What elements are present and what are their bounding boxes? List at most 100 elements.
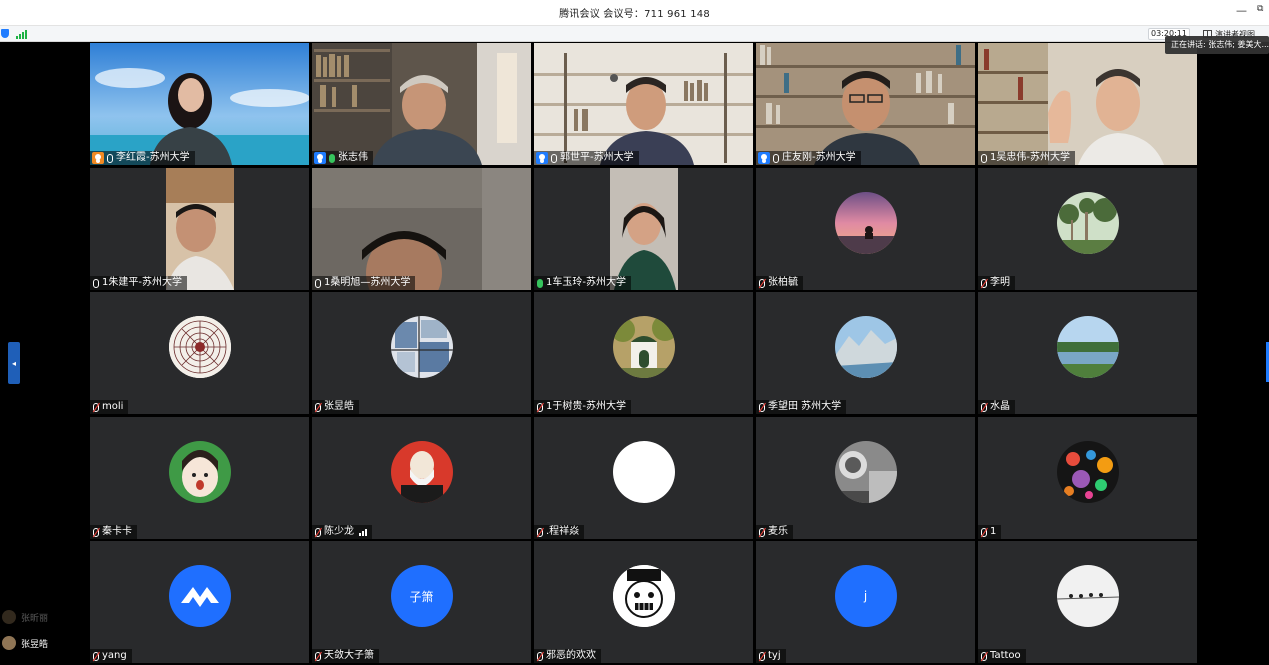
participant-nametag: 1朱建平-苏州大学 (90, 276, 187, 290)
forest-avatar-image (1056, 192, 1119, 254)
participant-tile[interactable]: 邪恶的欢欢 (534, 541, 753, 663)
participant-nametag: 李红霞-苏州大学 (90, 151, 195, 165)
avatar (1056, 441, 1119, 503)
participant-nametag: moli (90, 400, 129, 414)
cartoon-face-avatar-image (612, 565, 675, 627)
participant-tile[interactable]: 子箫 天敛大子箫 (312, 541, 531, 663)
participant-tile[interactable]: .程祥焱 (534, 417, 753, 539)
abstract-avatar-image (390, 316, 453, 378)
participant-tile[interactable]: 1车玉玲-苏州大学 (534, 168, 753, 290)
participant-video-portrait (166, 168, 234, 290)
participant-tile[interactable]: 李红霞-苏州大学 (90, 43, 309, 165)
restore-icon[interactable]: ⧉ (1257, 4, 1263, 14)
participant-tile[interactable]: 1桑明旭—苏州大学 (312, 168, 531, 290)
participant-tile[interactable]: 1于树贵-苏州大学 (534, 292, 753, 414)
participant-nametag: 张昱皓 (312, 400, 359, 414)
participant-nametag: 郭世平-苏州大学 (534, 151, 639, 165)
avatar: j (834, 565, 897, 627)
colorful-dots-avatar-image (1056, 441, 1119, 503)
participant-name: 李红霞-苏州大学 (116, 152, 190, 163)
participant-tile[interactable]: 秦卡卡 (90, 417, 309, 539)
participant-name: 1朱建平-苏州大学 (102, 277, 182, 288)
mic-muted-icon (537, 651, 543, 661)
participant-tile[interactable]: 郭世平-苏州大学 (534, 43, 753, 165)
participant-tile[interactable]: 季望田 苏州大学 (756, 292, 975, 414)
participant-nametag: 1吴忠伟-苏州大学 (978, 151, 1075, 165)
waiting-name: 张昱皓 (21, 639, 49, 650)
participant-name: 陈少龙 (324, 526, 354, 537)
participant-nametag: Tattoo (978, 649, 1026, 663)
security-shield-icon[interactable] (1, 29, 9, 38)
participant-tile[interactable]: 1 (978, 417, 1197, 539)
network-quality-icon (359, 528, 367, 536)
participant-name: .程祥焱 (546, 526, 580, 537)
participant-nametag: 天敛大子箫 (312, 649, 379, 663)
participant-tile-speaking[interactable]: 张志伟 (312, 43, 531, 165)
network-signal-icon[interactable] (16, 29, 28, 39)
participant-name: Tattoo (990, 650, 1021, 661)
participant-video-shelf (534, 43, 753, 165)
participant-tile[interactable]: 陈少龙 (312, 417, 531, 539)
collapse-panel-button[interactable]: ◂ (8, 342, 20, 384)
cliff-avatar-image (834, 316, 897, 378)
participant-tile[interactable]: 1朱建平-苏州大学 (90, 168, 309, 290)
participant-nametag: tyj (756, 649, 786, 663)
participant-video-office (978, 43, 1197, 165)
waiting-list-item[interactable]: 张昱皓 (2, 634, 86, 652)
meeting-toolbar: 03:20:11 演讲者视图 (0, 26, 1269, 42)
minimize-icon[interactable]: — (1236, 4, 1247, 17)
participant-tile[interactable]: 庄友刚-苏州大学 (756, 43, 975, 165)
avatar-initials: j (863, 589, 868, 603)
chevron-left-icon: ◂ (11, 358, 16, 368)
host-badge-icon (536, 152, 548, 164)
participant-name: 邪恶的欢欢 (546, 650, 596, 661)
participant-tile[interactable]: 1吴忠伟-苏州大学 (978, 43, 1197, 165)
mic-on-icon (981, 153, 987, 163)
participant-name: 秦卡卡 (102, 526, 132, 537)
avatar (834, 192, 897, 254)
participant-tile[interactable]: 水晶 (978, 292, 1197, 414)
mic-muted-icon (759, 278, 765, 288)
avatar (168, 441, 231, 503)
participant-name: tyj (768, 650, 781, 661)
participant-nametag: 陈少龙 (312, 525, 372, 539)
speaking-indicator: 正在讲话: 张志伟; 姜美大... (1165, 36, 1269, 54)
participant-nametag: 庄友刚-苏州大学 (756, 151, 861, 165)
title-bar: 腾讯会议 会议号：711 961 148 — ⧉ (0, 0, 1269, 26)
avatar (390, 316, 453, 378)
participant-nametag: 1桑明旭—苏州大学 (312, 276, 416, 290)
mic-muted-icon (93, 402, 99, 412)
avatar (2, 636, 16, 650)
mic-muted-icon (315, 651, 321, 661)
participant-video-bookshelf (312, 43, 531, 165)
participant-name: moli (102, 401, 124, 412)
participant-tile[interactable]: 麦乐 (756, 417, 975, 539)
video-grid: 李红霞-苏州大学 张志伟 郭世平-苏州大学 庄友刚-苏州大学 1吴忠伟-苏州大学… (0, 42, 1269, 665)
avatar (390, 441, 453, 503)
participant-tile[interactable]: 张柏毓 (756, 168, 975, 290)
avatar (2, 610, 16, 624)
participant-tile[interactable]: 李明 (978, 168, 1197, 290)
mic-speaking-icon (329, 153, 335, 163)
mic-muted-icon (759, 651, 765, 661)
participant-tile[interactable]: Tattoo (978, 541, 1197, 663)
participant-tile[interactable]: moli (90, 292, 309, 414)
participant-nametag: .程祥焱 (534, 525, 585, 539)
mic-on-icon (93, 278, 99, 288)
participant-name: 张柏毓 (768, 277, 798, 288)
mic-muted-icon (315, 527, 321, 537)
participant-tile[interactable]: j tyj (756, 541, 975, 663)
waiting-list-item[interactable]: 张昕丽 (2, 608, 86, 626)
participant-nametag: 季望田 苏州大学 (756, 400, 847, 414)
participant-tile[interactable]: 张昱皓 (312, 292, 531, 414)
participant-nametag: 1 (978, 525, 1002, 539)
avatar (834, 316, 897, 378)
tencent-meeting-logo-icon (180, 587, 219, 607)
participant-nametag: 1车玉玲-苏州大学 (534, 276, 631, 290)
lake-avatar-image (1056, 316, 1119, 378)
participant-nametag: 邪恶的欢欢 (534, 649, 601, 663)
avatar: 子箫 (390, 565, 453, 627)
participant-name: 水晶 (990, 401, 1010, 412)
participant-tile[interactable]: yang (90, 541, 309, 663)
mic-muted-icon (315, 402, 321, 412)
